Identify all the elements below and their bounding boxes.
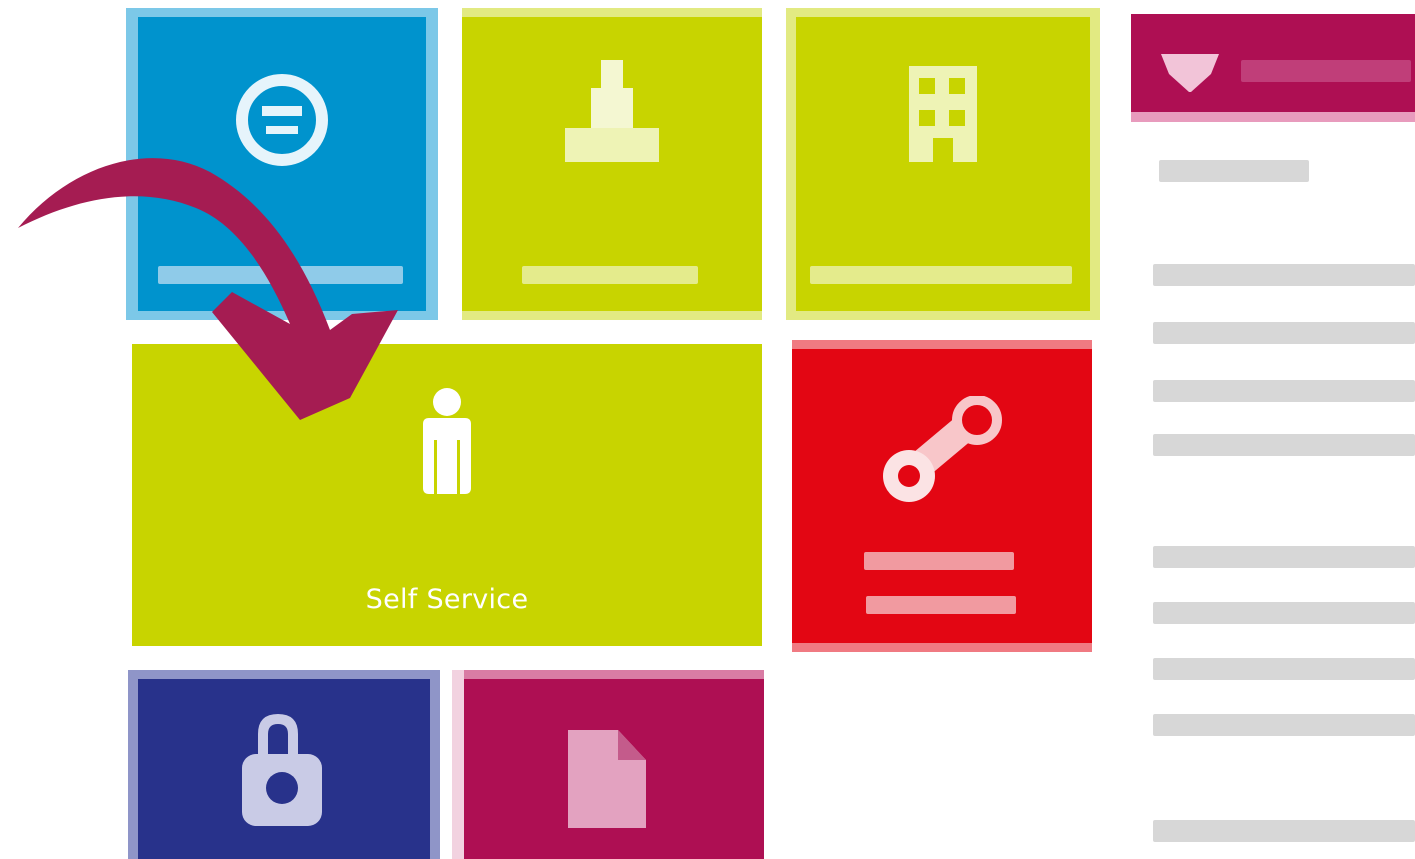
tile-bottom-band (792, 643, 1092, 652)
key-icon (883, 396, 1002, 502)
panel-header-band (1131, 112, 1415, 122)
tile-mijn-dossier[interactable] (462, 8, 762, 320)
tile-label (864, 552, 1014, 570)
person-icon (423, 388, 471, 494)
tile-label-line2 (866, 596, 1016, 614)
tile-magenta[interactable] (452, 670, 764, 859)
tile-bottom-band (786, 311, 1100, 320)
info-panel (1131, 0, 1415, 859)
tile-blue[interactable] (128, 670, 440, 859)
heart-icon (1161, 54, 1219, 92)
tile-label (810, 266, 1072, 284)
tile-top-band (792, 340, 1092, 349)
tile-mijn-aanvragen[interactable] (126, 8, 438, 320)
building-icon (909, 66, 977, 162)
tile-label (158, 266, 403, 284)
smiley-icon (236, 74, 328, 166)
tile-top-band (452, 670, 764, 679)
tile-self-service[interactable]: Self Service (132, 344, 762, 646)
tile-top-band (126, 8, 438, 17)
tile-top-band (128, 670, 440, 679)
panel-header (1131, 14, 1415, 112)
panel-greeting (1159, 160, 1309, 182)
document-icon (568, 730, 646, 828)
tile-bottom-band (462, 311, 762, 320)
person-podium-icon (565, 60, 659, 162)
tile-top-band (462, 8, 762, 17)
tile-bottom-band (126, 311, 438, 320)
tile-label-self-service: Self Service (365, 584, 529, 615)
tile-top-band (786, 8, 1100, 17)
tile-wijzig-wachtwoord[interactable] (792, 340, 1092, 652)
tile-servicedossier[interactable] (786, 8, 1100, 320)
tile-label (522, 266, 698, 284)
panel-title (1241, 60, 1411, 82)
padlock-icon (242, 714, 322, 826)
